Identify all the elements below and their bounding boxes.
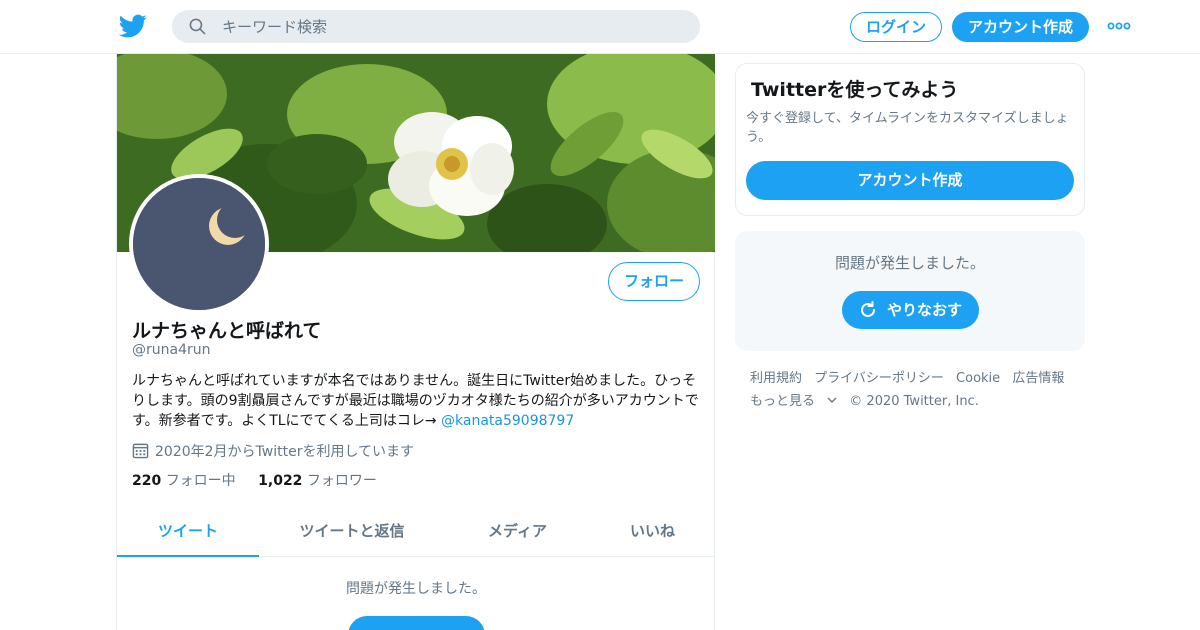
followers-stat[interactable]: 1,022 フォロワー	[258, 473, 377, 489]
retry-button[interactable]: やりなおす	[842, 291, 979, 329]
timeline-error-message: 問題が発生しました。	[346, 581, 486, 597]
tab-likes[interactable]: いいね	[590, 506, 715, 557]
refresh-icon	[861, 301, 875, 317]
footer-more-label: もっと見る	[750, 394, 816, 409]
profile-avatar[interactable]	[129, 174, 269, 314]
search-icon	[189, 18, 206, 35]
tab-tweets[interactable]: ツイート	[117, 506, 259, 557]
tab-tweets-and-replies[interactable]: ツイートと返信	[259, 506, 445, 557]
profile-column: フォロー ルナちゃんと呼ばれて @runa4run ルナちゃんと呼ばれていますが…	[116, 54, 715, 630]
signup-card-description: 今すぐ登録して、タイムラインをカスタマイズしましょう。	[746, 111, 1069, 145]
signup-card: Twitterを使ってみよう 今すぐ登録して、タイムラインをカスタマイズしましょ…	[735, 63, 1085, 216]
retry-label: やりなおす	[887, 301, 963, 319]
bio-text: ルナちゃんと呼ばれていますが本名ではありません。誕生日にTwitter始めました…	[132, 373, 699, 429]
footer-link-privacy[interactable]: プライバシーポリシー	[814, 371, 944, 386]
following-label: フォロー中	[165, 473, 236, 489]
chevron-down-icon	[827, 397, 837, 403]
signup-card-button[interactable]: アカウント作成	[746, 161, 1074, 200]
search-input[interactable]	[222, 10, 682, 43]
joined-date: 2020年2月からTwitterを利用しています	[132, 441, 414, 461]
following-stat[interactable]: 220 フォロー中	[132, 473, 236, 489]
footer-links: 利用規約 プライバシーポリシー Cookie 広告情報 もっと見る © 2020…	[750, 367, 1080, 413]
search-box[interactable]	[172, 10, 700, 43]
error-card: 問題が発生しました。 やりなおす	[735, 231, 1085, 351]
footer-link-terms[interactable]: 利用規約	[750, 371, 802, 386]
tab-media[interactable]: メディア	[445, 506, 590, 557]
footer-link-ads[interactable]: 広告情報	[1012, 371, 1064, 386]
crescent-moon-image	[133, 178, 265, 310]
joined-text: 2020年2月からTwitterを利用しています	[155, 444, 415, 460]
profile-handle: @runa4run	[132, 342, 211, 358]
twitter-bird-icon[interactable]	[119, 12, 147, 40]
footer-copyright: © 2020 Twitter, Inc.	[849, 394, 979, 409]
followers-label: フォロワー	[306, 473, 377, 489]
followers-count: 1,022	[258, 473, 303, 489]
more-dots-icon[interactable]	[1106, 18, 1132, 34]
calendar-icon	[132, 443, 149, 459]
follow-button[interactable]: フォロー	[608, 262, 700, 301]
footer-link-cookie[interactable]: Cookie	[956, 371, 1000, 386]
signup-card-title: Twitterを使ってみよう	[751, 79, 959, 101]
error-card-message: 問題が発生しました。	[834, 254, 985, 272]
login-button[interactable]: ログイン	[850, 12, 942, 42]
footer-more-link[interactable]: もっと見る	[750, 394, 837, 409]
profile-stats: 220 フォロー中 1,022 フォロワー	[132, 470, 395, 490]
following-count: 220	[132, 473, 162, 489]
bio-mention-link[interactable]: @kanata59098797	[441, 413, 574, 429]
profile-bio: ルナちゃんと呼ばれていますが本名ではありません。誕生日にTwitter始めました…	[132, 371, 704, 431]
signup-button[interactable]: アカウント作成	[952, 12, 1089, 42]
profile-tabs: ツイート ツイートと返信 メディア いいね	[117, 506, 715, 557]
profile-name: ルナちゃんと呼ばれて	[132, 320, 322, 342]
timeline-retry-button[interactable]	[348, 616, 485, 630]
top-navigation-bar: ログイン アカウント作成	[0, 0, 1200, 54]
